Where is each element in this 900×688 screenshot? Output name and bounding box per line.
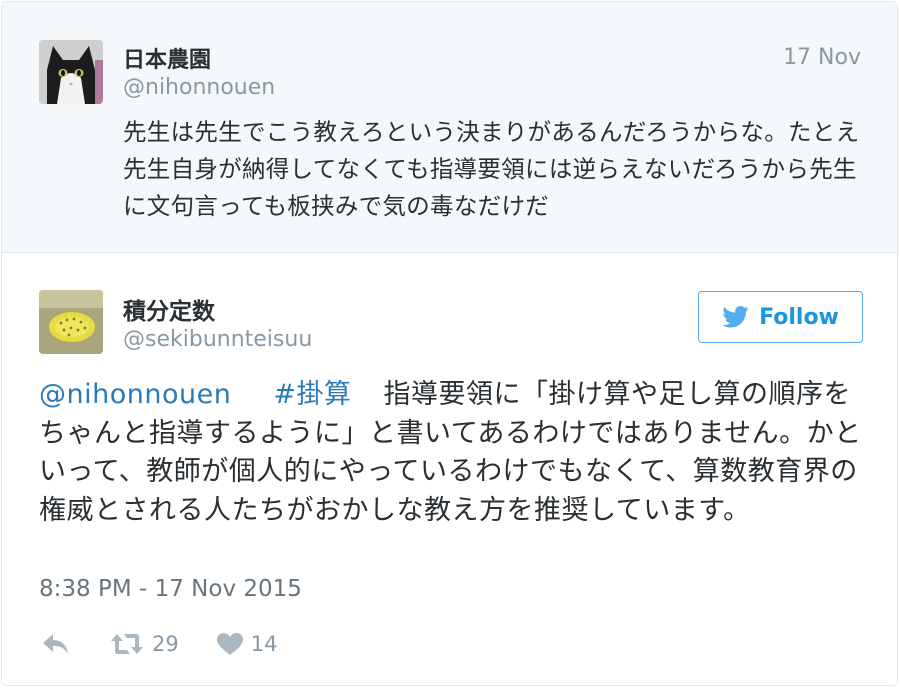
reply-icon <box>43 634 68 654</box>
parent-display-name[interactable]: 日本農園 <box>123 42 211 74</box>
tweet-timestamp[interactable]: 8:38 PM - 17 Nov 2015 <box>39 576 302 602</box>
retweet-icon <box>111 634 143 654</box>
retweet-count: 29 <box>152 632 179 656</box>
parent-date[interactable]: 17 Nov <box>783 45 861 70</box>
follow-button[interactable]: Follow <box>698 291 863 343</box>
parent-tweet-text: 先生は先生でこう教えろという決まりがあるんだろうからな。たとえ先生自身が納得して… <box>123 118 860 220</box>
parent-handle[interactable]: @nihonnouen <box>123 75 275 100</box>
mention-link[interactable]: @nihonnouen <box>39 379 231 410</box>
hashtag-link[interactable]: #掛算 <box>273 379 351 410</box>
tweet-actions: 29 14 <box>42 627 277 661</box>
main-handle[interactable]: @sekibunnteisuu <box>123 327 312 352</box>
parent-tweet[interactable]: 日本農園 @nihonnouen 17 Nov 先生は先生でこう教えろという決ま… <box>2 2 897 253</box>
retweet-button[interactable]: 29 <box>110 632 179 656</box>
main-display-name[interactable]: 積分定数 <box>123 292 215 326</box>
main-avatar[interactable] <box>39 290 103 354</box>
heart-icon <box>216 632 243 655</box>
follow-label: Follow <box>759 304 839 330</box>
tweet-card: 日本農園 @nihonnouen 17 Nov 先生は先生でこう教えろという決ま… <box>1 1 898 686</box>
parent-avatar[interactable] <box>39 40 103 104</box>
main-tweet-text: @nihonnouen #掛算 指導要領に「掛け算や足し算の順序をちゃんと指導するよ… <box>39 376 864 530</box>
like-button[interactable]: 14 <box>216 632 278 656</box>
reply-button[interactable] <box>42 633 70 655</box>
twitter-bird-icon <box>722 306 749 328</box>
like-count: 14 <box>250 632 278 656</box>
